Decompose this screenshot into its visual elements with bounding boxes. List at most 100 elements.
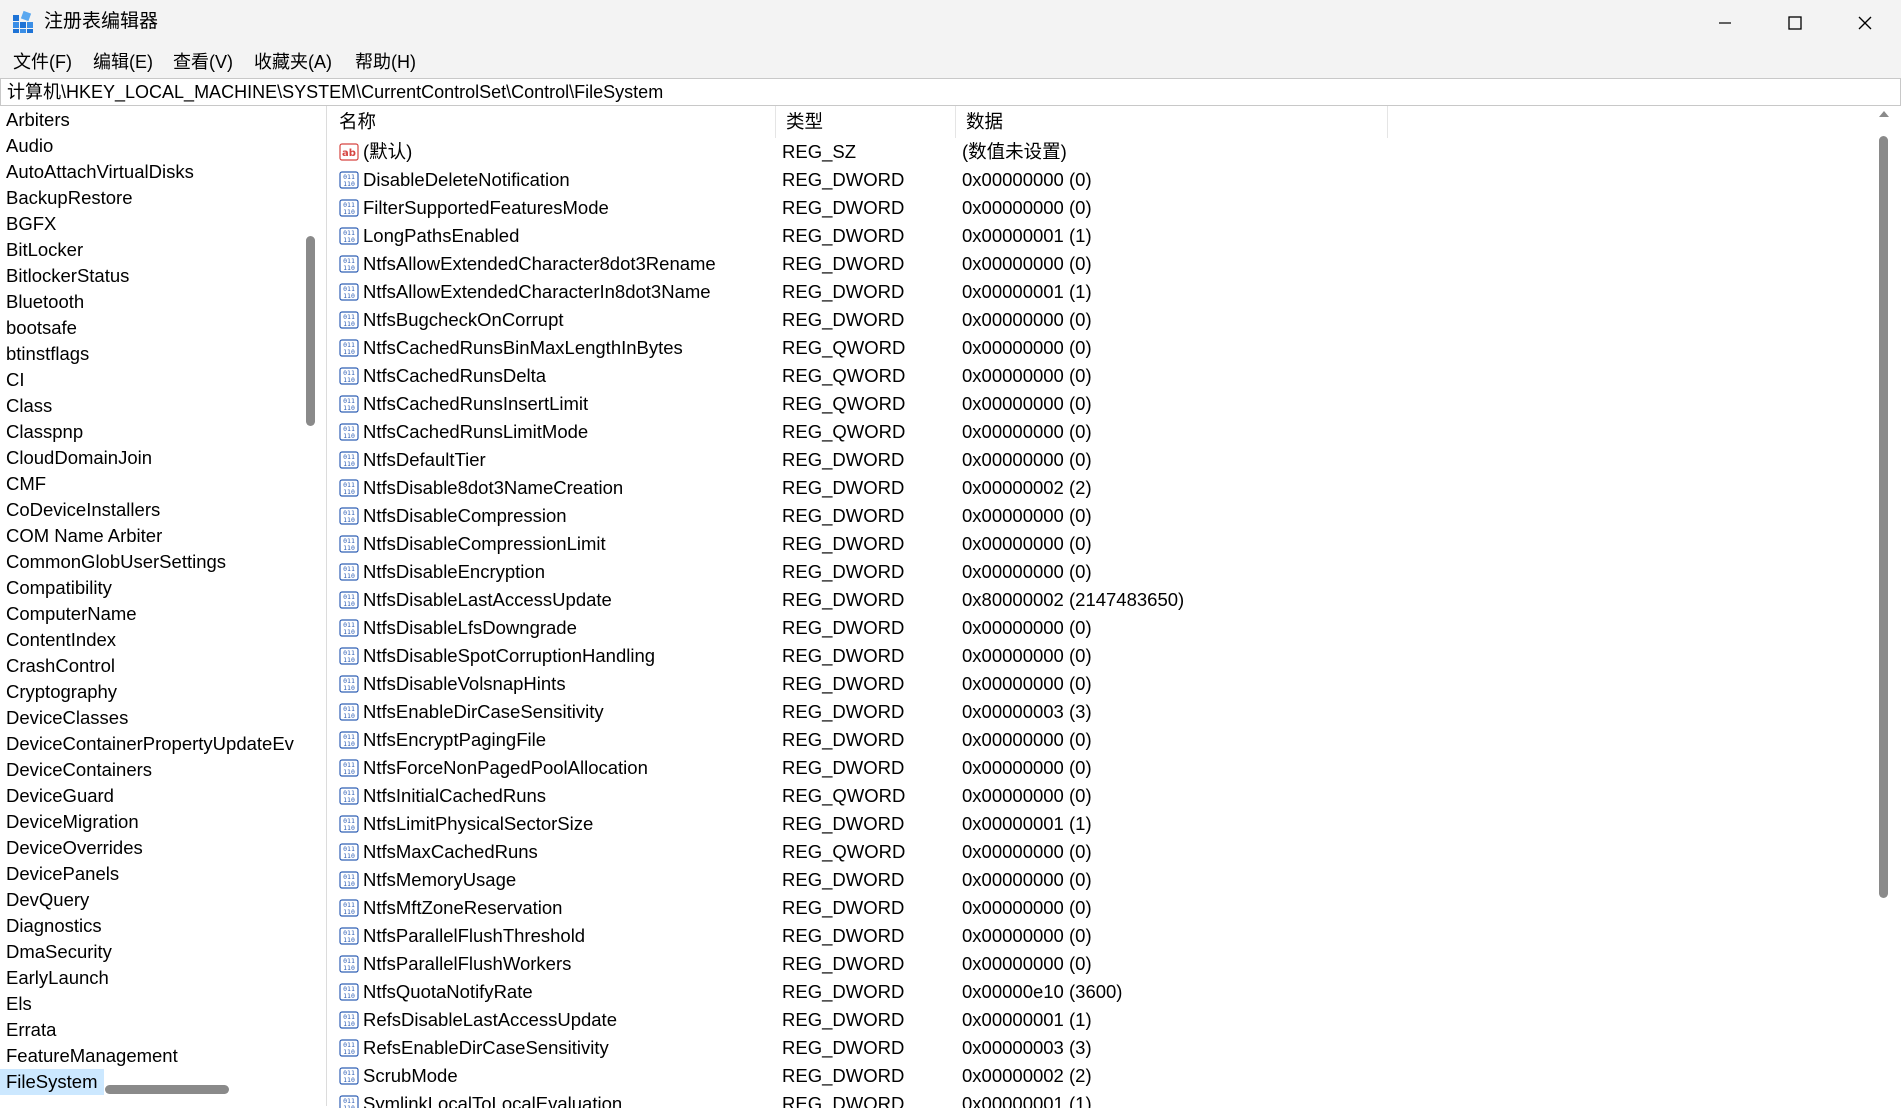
tree-item[interactable]: CI [6, 367, 25, 393]
value-row[interactable]: 011 110 NtfsMaxCachedRuns REG_QWORD 0x000000… [329, 838, 1877, 866]
tree-vertical-scrollbar[interactable] [306, 236, 315, 426]
tree-item[interactable]: ComputerName [6, 601, 137, 627]
tree-item-selected[interactable]: FileSystem [0, 1069, 104, 1095]
value-row[interactable]: 011 110 FilterSupportedFeaturesMode REG_DWO… [329, 194, 1877, 222]
tree-item[interactable]: FeatureManagement [6, 1043, 178, 1069]
menu-help[interactable]: 帮助(H) [355, 50, 416, 74]
tree-item[interactable]: DevQuery [6, 887, 89, 913]
key-tree-pane[interactable]: Arbiters Audio AutoAttachVirtualDisks Backu… [0, 106, 327, 1106]
tree-item[interactable]: Arbiters [6, 107, 70, 133]
tree-item[interactable]: BGFX [6, 211, 56, 237]
tree-item[interactable]: AutoAttachVirtualDisks [6, 159, 194, 185]
value-row[interactable]: 011 110 NtfsDisableVolsnapHints REG_DWORD 0x… [329, 670, 1877, 698]
value-type: REG_DWORD [782, 169, 905, 190]
value-row[interactable]: 011 110 NtfsMemoryUsage REG_DWORD 0x00000000… [329, 866, 1877, 894]
value-row[interactable]: 011 110 NtfsDisable8dot3NameCreation REG_DW… [329, 474, 1877, 502]
value-row[interactable]: 011 110 NtfsCachedRunsDelta REG_QWORD 0x0000… [329, 362, 1877, 390]
tree-item[interactable]: Class [6, 393, 52, 419]
tree-item[interactable]: DeviceClasses [6, 705, 128, 731]
tree-item[interactable]: COM Name Arbiter [6, 523, 162, 549]
binary-value-icon: 011110 [339, 367, 359, 385]
column-header-data[interactable]: 数据 [956, 106, 1388, 138]
tree-item[interactable]: CloudDomainJoin [6, 445, 152, 471]
value-row[interactable]: 011 110 NtfsDisableCompression REG_DWORD 0x0… [329, 502, 1877, 530]
tree-item[interactable]: bootsafe [6, 315, 77, 341]
tree-item[interactable]: BitLocker [6, 237, 83, 263]
tree-item[interactable]: DeviceMigration [6, 809, 139, 835]
minimize-button[interactable] [1690, 0, 1760, 46]
tree-item[interactable]: DeviceContainerPropertyUpdateEv [6, 731, 294, 757]
value-row[interactable]: 011 110 NtfsCachedRunsInsertLimit REG_QWORD… [329, 390, 1877, 418]
tree-item[interactable]: Diagnostics [6, 913, 102, 939]
tree-item[interactable]: DeviceContainers [6, 757, 152, 783]
value-row[interactable]: 011 110 NtfsCachedRunsBinMaxLengthInBytes R… [329, 334, 1877, 362]
tree-item[interactable]: DmaSecurity [6, 939, 112, 965]
column-header-name[interactable]: 名称 [329, 106, 776, 138]
tree-item[interactable]: Compatibility [6, 575, 112, 601]
tree-item[interactable]: Bluetooth [6, 289, 84, 315]
tree-item[interactable]: CrashControl [6, 653, 115, 679]
value-row[interactable]: 011 110 NtfsMftZoneReservation REG_DWORD 0x0… [329, 894, 1877, 922]
list-vertical-scrollbar[interactable] [1879, 136, 1888, 898]
tree-item[interactable]: CommonGlobUserSettings [6, 549, 226, 575]
tree-item[interactable]: BackupRestore [6, 185, 132, 211]
binary-value-icon: 011110 [339, 955, 359, 973]
tree-item[interactable]: EarlyLaunch [6, 965, 109, 991]
maximize-button[interactable] [1760, 0, 1830, 46]
value-row[interactable]: 011 110 NtfsForceNonPagedPoolAllocation REG… [329, 754, 1877, 782]
value-row[interactable]: 011 110 SymlinkLocalToLocalEvaluation REG_D… [329, 1090, 1877, 1108]
value-list-pane[interactable]: 名称 类型 数据 ab (默认) REG_SZ (数值未设置) 011 110 Disabl… [329, 106, 1877, 1108]
value-row[interactable]: 011 110 NtfsLimitPhysicalSectorSize REG_DWO… [329, 810, 1877, 838]
tree-item[interactable]: DeviceGuard [6, 783, 114, 809]
tree-item[interactable]: DevicePanels [6, 861, 119, 887]
value-row[interactable]: 011 110 NtfsCachedRunsLimitMode REG_QWORD 0x… [329, 418, 1877, 446]
tree-item[interactable]: Audio [6, 133, 53, 159]
menu-favorites[interactable]: 收藏夹(A) [254, 50, 332, 74]
value-row[interactable]: 011 110 NtfsDefaultTier REG_DWORD 0x00000000… [329, 446, 1877, 474]
maximize-icon [1788, 16, 1802, 30]
value-row[interactable]: 011 110 NtfsQuotaNotifyRate REG_DWORD 0x0000… [329, 978, 1877, 1006]
value-row[interactable]: 011 110 NtfsParallelFlushWorkers REG_DWORD 0… [329, 950, 1877, 978]
column-header-type[interactable]: 类型 [776, 106, 956, 138]
tree-item[interactable]: CMF [6, 471, 46, 497]
tree-item[interactable]: BitlockerStatus [6, 263, 129, 289]
value-row[interactable]: 011 110 RefsDisableLastAccessUpdate REG_DWO… [329, 1006, 1877, 1034]
tree-horizontal-scrollbar[interactable] [105, 1085, 229, 1094]
scroll-up-arrow-icon[interactable] [1878, 108, 1890, 120]
value-name: NtfsCachedRunsInsertLimit [363, 393, 589, 414]
value-row[interactable]: 011 110 NtfsDisableLastAccessUpdate REG_DWO… [329, 586, 1877, 614]
value-name: NtfsInitialCachedRuns [363, 785, 547, 806]
tree-item[interactable]: Els [6, 991, 32, 1017]
address-path[interactable]: 计算机\HKEY_LOCAL_MACHINE\SYSTEM\CurrentCon… [7, 80, 663, 104]
tree-item[interactable]: Errata [6, 1017, 56, 1043]
tree-item[interactable]: CoDeviceInstallers [6, 497, 160, 523]
value-row[interactable]: 011 110 NtfsEncryptPagingFile REG_DWORD 0x00… [329, 726, 1877, 754]
menu-file[interactable]: 文件(F) [13, 50, 72, 74]
value-row[interactable]: 011 110 ScrubMode REG_DWORD 0x00000002 (2) [329, 1062, 1877, 1090]
menu-edit[interactable]: 编辑(E) [93, 50, 153, 74]
value-row[interactable]: 011 110 NtfsInitialCachedRuns REG_QWORD 0x00… [329, 782, 1877, 810]
binary-value-icon: 011110 [339, 311, 359, 329]
value-row[interactable]: 011 110 RefsEnableDirCaseSensitivity REG_DW… [329, 1034, 1877, 1062]
value-row[interactable]: 011 110 NtfsAllowExtendedCharacterIn8dot3N… [329, 278, 1877, 306]
tree-item[interactable]: ContentIndex [6, 627, 116, 653]
value-type: REG_DWORD [782, 897, 905, 918]
tree-item[interactable]: btinstflags [6, 341, 89, 367]
value-row[interactable]: 011 110 NtfsEnableDirCaseSensitivity REG_DW… [329, 698, 1877, 726]
value-row[interactable]: 011 110 NtfsParallelFlushThreshold REG_DWOR… [329, 922, 1877, 950]
address-bar[interactable]: 计算机\HKEY_LOCAL_MACHINE\SYSTEM\CurrentCon… [0, 78, 1901, 106]
value-row[interactable]: ab (默认) REG_SZ (数值未设置) [329, 138, 1877, 166]
value-row[interactable]: 011 110 NtfsDisableEncryption REG_DWORD 0x00… [329, 558, 1877, 586]
value-row[interactable]: 011 110 NtfsAllowExtendedCharacter8dot3Ren… [329, 250, 1877, 278]
value-row[interactable]: 011 110 LongPathsEnabled REG_DWORD 0x0000000… [329, 222, 1877, 250]
tree-item[interactable]: DeviceOverrides [6, 835, 143, 861]
value-row[interactable]: 011 110 NtfsDisableSpotCorruptionHandling R… [329, 642, 1877, 670]
close-button[interactable] [1830, 0, 1900, 46]
value-row[interactable]: 011 110 DisableDeleteNotification REG_DWORD… [329, 166, 1877, 194]
value-row[interactable]: 011 110 NtfsDisableLfsDowngrade REG_DWORD 0x… [329, 614, 1877, 642]
tree-item[interactable]: Cryptography [6, 679, 117, 705]
tree-item[interactable]: Classpnp [6, 419, 83, 445]
menu-view[interactable]: 查看(V) [173, 50, 233, 74]
value-row[interactable]: 011 110 NtfsBugcheckOnCorrupt REG_DWORD 0x00… [329, 306, 1877, 334]
value-row[interactable]: 011 110 NtfsDisableCompressionLimit REG_DWO… [329, 530, 1877, 558]
